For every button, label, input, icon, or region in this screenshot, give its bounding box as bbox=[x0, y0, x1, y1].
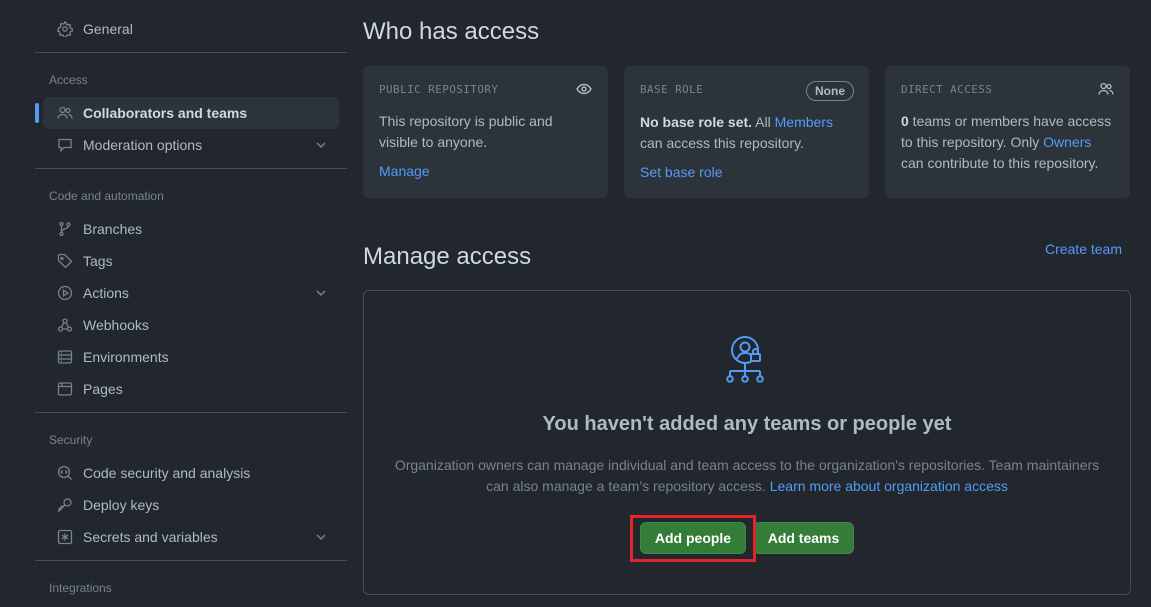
card-text: 0 teams or members have access to this r… bbox=[901, 111, 1114, 174]
sidebar-item-code-security[interactable]: Code security and analysis bbox=[43, 457, 339, 489]
sidebar-item-label: Environments bbox=[83, 349, 169, 365]
sidebar-item-tags[interactable]: Tags bbox=[43, 245, 339, 277]
sidebar-divider bbox=[35, 168, 347, 169]
branch-icon bbox=[57, 221, 73, 237]
sidebar-item-general[interactable]: General bbox=[43, 13, 339, 45]
card-heading: PUBLIC REPOSITORY bbox=[379, 83, 499, 96]
sidebar-item-label: Actions bbox=[83, 285, 129, 301]
sidebar-item-pages[interactable]: Pages bbox=[43, 373, 339, 405]
who-has-access-title: Who has access bbox=[363, 18, 540, 45]
webhook-icon bbox=[57, 317, 73, 333]
blankslate-description: Organization owners can manage individua… bbox=[394, 455, 1100, 497]
base-role-badge: None bbox=[806, 81, 854, 101]
tag-icon bbox=[57, 253, 73, 269]
sidebar-item-collaborators[interactable]: Collaborators and teams bbox=[35, 97, 339, 129]
card-text: No base role set. All Members can access… bbox=[640, 112, 853, 154]
card-text-part: can contribute to this repository. bbox=[901, 155, 1099, 171]
card-text: This repository is public and visible to… bbox=[379, 113, 553, 150]
sidebar-item-label: General bbox=[83, 21, 133, 37]
blankslate-title: You haven't added any teams or people ye… bbox=[542, 413, 952, 435]
browser-icon bbox=[57, 381, 73, 397]
sidebar-item-secrets[interactable]: Secrets and variables bbox=[43, 521, 339, 553]
people-icon bbox=[1098, 81, 1114, 97]
sidebar-item-label: Pages bbox=[83, 381, 123, 397]
sidebar-item-label: Webhooks bbox=[83, 317, 149, 333]
person-lock-icon bbox=[720, 333, 776, 389]
sidebar-section-security: Security bbox=[49, 433, 93, 447]
settings-sidebar: General Access Collaborators and teams M… bbox=[35, 0, 347, 607]
sidebar-item-actions[interactable]: Actions bbox=[43, 277, 339, 309]
sidebar-item-label: Deploy keys bbox=[83, 497, 160, 513]
add-teams-button[interactable]: Add teams bbox=[753, 522, 854, 554]
sidebar-item-label: Branches bbox=[83, 221, 143, 237]
chevron-down-icon[interactable] bbox=[313, 137, 329, 153]
card-text-part: All bbox=[752, 114, 775, 130]
base-role-card: BASE ROLE None No base role set. All Mem… bbox=[624, 66, 869, 198]
sidebar-item-label: Secrets and variables bbox=[83, 529, 218, 545]
key-icon bbox=[57, 497, 73, 513]
server-icon bbox=[57, 349, 73, 365]
direct-access-card: DIRECT ACCESS 0 teams or members have ac… bbox=[885, 66, 1130, 198]
gear-icon bbox=[57, 21, 73, 37]
sidebar-section-access: Access bbox=[49, 73, 88, 87]
manage-access-title: Manage access bbox=[363, 243, 532, 270]
comment-icon bbox=[57, 137, 73, 153]
sidebar-item-webhooks[interactable]: Webhooks bbox=[43, 309, 339, 341]
direct-access-count: 0 bbox=[901, 113, 909, 129]
chevron-down-icon[interactable] bbox=[313, 529, 329, 545]
codescan-icon bbox=[57, 465, 73, 481]
sidebar-divider bbox=[35, 412, 347, 413]
create-team-link[interactable]: Create team bbox=[1045, 241, 1122, 257]
sidebar-item-deploy-keys[interactable]: Deploy keys bbox=[43, 489, 339, 521]
members-link[interactable]: Members bbox=[775, 114, 833, 130]
sidebar-item-label: Collaborators and teams bbox=[83, 105, 248, 121]
add-people-button[interactable]: Add people bbox=[640, 522, 746, 554]
sidebar-item-moderation[interactable]: Moderation options bbox=[43, 129, 339, 161]
sidebar-item-label: Tags bbox=[83, 253, 113, 269]
learn-more-link[interactable]: Learn more about organization access bbox=[770, 478, 1008, 494]
set-base-role-link[interactable]: Set base role bbox=[640, 164, 853, 180]
sidebar-section-integrations: Integrations bbox=[49, 581, 112, 595]
sidebar-divider bbox=[35, 560, 347, 561]
sidebar-divider bbox=[35, 52, 347, 53]
manage-link[interactable]: Manage bbox=[379, 163, 592, 179]
card-heading: DIRECT ACCESS bbox=[901, 83, 993, 96]
manage-access-blankslate: You haven't added any teams or people ye… bbox=[363, 290, 1131, 595]
base-role-status: No base role set. bbox=[640, 114, 753, 130]
chevron-down-icon[interactable] bbox=[313, 285, 329, 301]
access-cards: PUBLIC REPOSITORY This repository is pub… bbox=[363, 66, 1131, 198]
public-repository-card: PUBLIC REPOSITORY This repository is pub… bbox=[363, 66, 608, 198]
owners-link[interactable]: Owners bbox=[1043, 134, 1091, 150]
card-text-part: can access this repository. bbox=[640, 135, 804, 151]
asterisk-icon bbox=[57, 529, 73, 545]
sidebar-item-label: Moderation options bbox=[83, 137, 203, 153]
sidebar-item-label: Code security and analysis bbox=[83, 465, 251, 481]
sidebar-item-branches[interactable]: Branches bbox=[43, 213, 339, 245]
sidebar-section-code: Code and automation bbox=[49, 189, 164, 203]
play-icon bbox=[57, 285, 73, 301]
eye-icon bbox=[576, 81, 592, 97]
people-icon bbox=[57, 105, 73, 121]
sidebar-item-environments[interactable]: Environments bbox=[43, 341, 339, 373]
